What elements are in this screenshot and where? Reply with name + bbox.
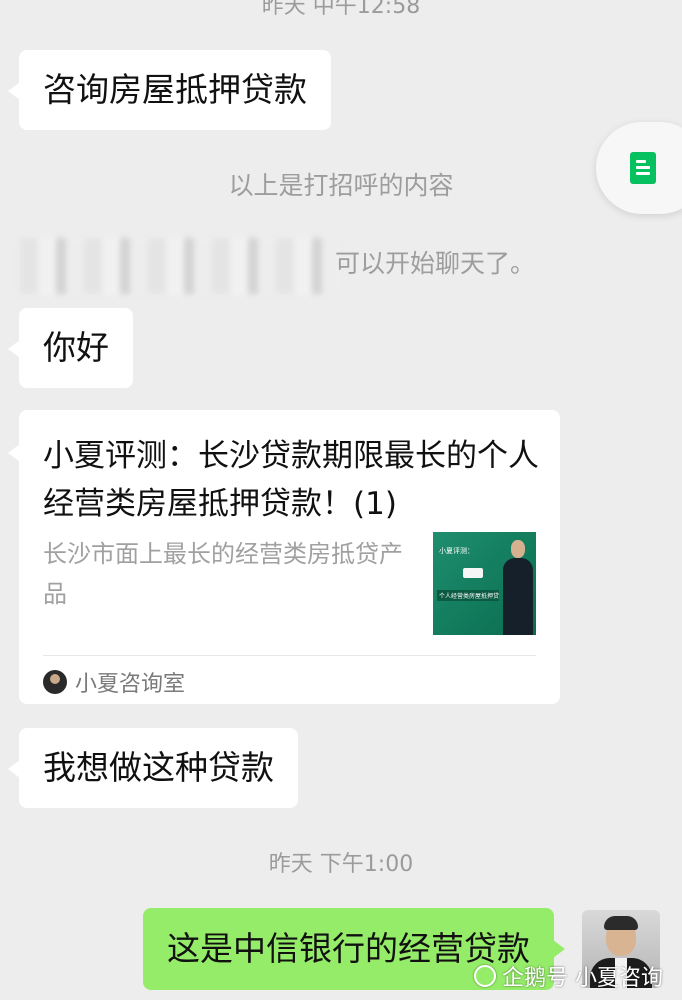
thumb-banner: 个人经营类房屋抵押贷款 [437, 590, 499, 601]
article-source: 小夏咨询室 [43, 666, 185, 698]
received-message[interactable]: 你好 [8, 308, 133, 388]
blurred-contact-name [20, 238, 340, 294]
thumb-person [503, 538, 533, 635]
thumb-title: 小夏评测： [439, 547, 474, 555]
source-avatar [43, 670, 67, 694]
timestamp-mid: 昨天 下午1:00 [268, 852, 414, 877]
greeting-note: 以上是打招呼的内容 [228, 171, 454, 200]
article-title: 小夏评测：长沙贷款期限最长的个人经营类房屋抵押贷款！(1) [43, 438, 539, 522]
thumb-badge [463, 568, 483, 578]
shared-article-card[interactable]: 小夏评测：长沙贷款期限最长的个人经营类房屋抵押贷款！(1) 长沙市面上最长的经营… [8, 410, 560, 704]
start-chat-note: 可以开始聊天了。 [335, 249, 536, 278]
penguin-icon [474, 965, 496, 987]
watermark-text: 企鹅号 小夏咨询 [502, 966, 663, 991]
card-divider [43, 655, 536, 656]
source-name: 小夏咨询室 [75, 672, 186, 697]
timestamp-top: 昨天 中午12:58 [261, 0, 421, 19]
article-thumbnail: 小夏评测： 个人经营类房屋抵押贷款 [433, 532, 536, 635]
article-description: 长沙市面上最长的经营类房抵贷产品 [43, 540, 403, 608]
received-message[interactable]: 我想做这种贷款 [8, 728, 298, 808]
watermark: 企鹅号 小夏咨询 [474, 960, 663, 992]
received-message[interactable]: 咨询房屋抵押贷款 [8, 50, 331, 130]
